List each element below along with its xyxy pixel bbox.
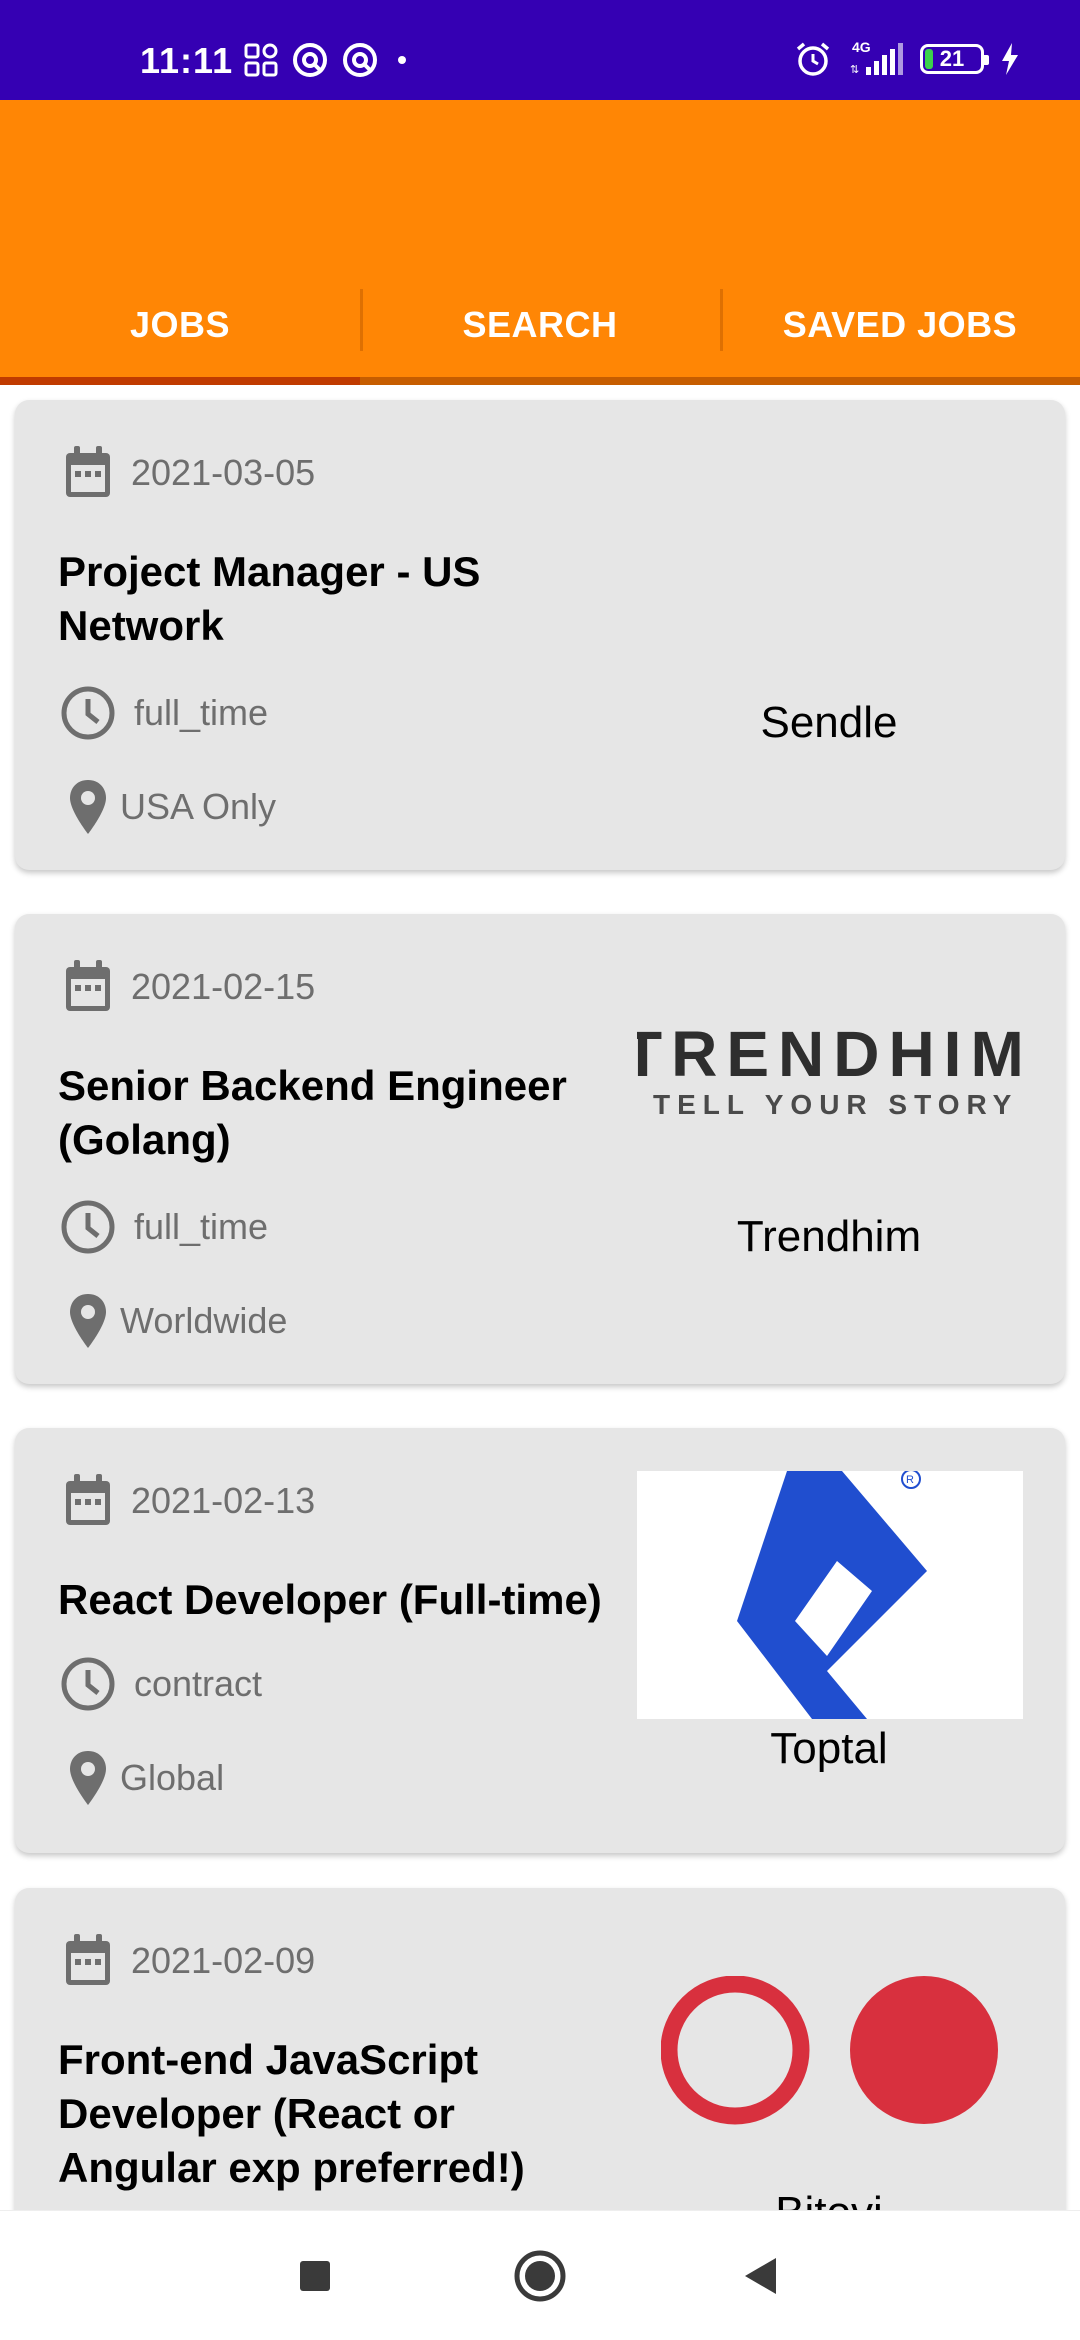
company-name: Toptal xyxy=(770,1724,888,1773)
job-card[interactable]: 2021-02-13 React Developer (Full-time) c… xyxy=(15,1428,1065,1853)
company-name: Trendhim xyxy=(736,1212,922,1261)
calendar-icon xyxy=(66,960,110,1011)
job-date-row: 2021-03-05 xyxy=(63,445,315,501)
location-pin-icon xyxy=(70,780,106,834)
job-location-row: USA Only xyxy=(68,778,276,836)
sync-notification-icon-2 xyxy=(343,43,377,77)
status-notification-icons xyxy=(244,42,412,78)
back-button[interactable] xyxy=(725,2211,795,2340)
clock-icon xyxy=(61,1657,115,1711)
job-type-row: contract xyxy=(60,1656,262,1712)
job-date-row: 2021-02-15 xyxy=(63,959,315,1015)
back-triangle-icon xyxy=(745,2258,776,2294)
job-date: 2021-03-05 xyxy=(131,452,316,493)
calendar-icon xyxy=(66,1474,110,1525)
network-indicator: 4G ⇅ xyxy=(848,39,904,77)
home-button[interactable] xyxy=(505,2211,575,2340)
job-type-row: full_time xyxy=(60,685,268,741)
tab-bar: JOBS SEARCH SAVED JOBS xyxy=(0,265,1080,385)
sync-notification-icon xyxy=(293,43,327,77)
company-name: Sendle xyxy=(760,698,898,747)
clock-icon xyxy=(61,1200,115,1254)
job-type: contract xyxy=(134,1663,263,1704)
job-location: USA Only xyxy=(120,786,277,827)
battery-indicator: 21 xyxy=(920,44,989,74)
location-pin-icon xyxy=(70,1294,106,1348)
calendar-icon xyxy=(66,446,110,497)
recents-button[interactable] xyxy=(280,2211,350,2340)
job-title: React Developer (Full-time) xyxy=(58,1576,602,1623)
navigation-bar xyxy=(0,2210,1080,2340)
job-card[interactable]: 2021-03-05 Project Manager - US Network … xyxy=(15,400,1065,870)
job-location: Worldwide xyxy=(120,1300,288,1341)
job-location-row: Global xyxy=(68,1749,224,1807)
trendhim-logo: TRENDHIM TELL YOUR STORY xyxy=(637,1019,1037,1119)
job-type-row: full_time xyxy=(60,1199,268,1255)
job-card[interactable]: 2021-02-09 Front-end JavaScript Develope… xyxy=(15,1888,1065,2210)
app-bar: JOBS SEARCH SAVED JOBS xyxy=(0,100,1080,385)
tab-jobs[interactable]: JOBS xyxy=(0,265,360,385)
circle-icon xyxy=(514,2250,566,2302)
job-title: Senior Backend Engineer (Golang) xyxy=(58,1062,567,1163)
dot-icon xyxy=(398,56,406,64)
square-icon xyxy=(300,2261,330,2291)
charging-bolt-icon xyxy=(1002,43,1018,75)
svg-text:⇅: ⇅ xyxy=(850,64,859,76)
status-system-icons: 4G ⇅ 21 xyxy=(794,39,1020,78)
logo-text: TRENDHIM xyxy=(637,1019,1033,1090)
battery-level: 21 xyxy=(939,46,965,71)
company-name: Bitovi xyxy=(629,2188,1029,2210)
job-date: 2021-02-09 xyxy=(131,1940,316,1981)
status-bar: 11:11 4G ⇅ 21 xyxy=(0,0,1080,100)
job-type: full_time xyxy=(134,692,269,733)
tab-search[interactable]: SEARCH xyxy=(360,265,720,385)
toptal-logo: R xyxy=(637,1469,1023,1719)
job-location: Global xyxy=(120,1757,225,1798)
tab-saved-jobs[interactable]: SAVED JOBS xyxy=(720,265,1080,385)
clock-icon xyxy=(61,686,115,740)
job-date: 2021-02-13 xyxy=(131,1480,316,1521)
logo-tagline: TELL YOUR STORY xyxy=(653,1089,1019,1119)
job-card[interactable]: 2021-02-15 Senior Backend Engineer (Gola… xyxy=(15,914,1065,1384)
job-date-row: 2021-02-09 xyxy=(63,1933,315,1989)
job-type: full_time xyxy=(134,1206,269,1247)
job-location-row: Worldwide xyxy=(68,1292,287,1350)
calendar-icon xyxy=(66,1934,110,1985)
apps-grid-icon xyxy=(244,43,278,77)
location-pin-icon xyxy=(70,1751,106,1805)
status-time: 11:11 xyxy=(140,40,234,81)
job-date-row: 2021-02-13 xyxy=(63,1473,315,1529)
job-date: 2021-02-15 xyxy=(131,966,316,1007)
bitovi-logo xyxy=(660,1975,1011,2126)
job-title: Front-end JavaScript Developer (React or… xyxy=(58,2036,525,2191)
tab-indicator xyxy=(0,377,360,385)
signal-icon: ⇅ xyxy=(850,43,903,76)
alarm-icon xyxy=(796,42,830,76)
job-list[interactable]: 2021-03-05 Project Manager - US Network … xyxy=(0,385,1080,2210)
job-title: Project Manager - US Network xyxy=(58,548,481,649)
svg-text:R: R xyxy=(906,1474,914,1486)
